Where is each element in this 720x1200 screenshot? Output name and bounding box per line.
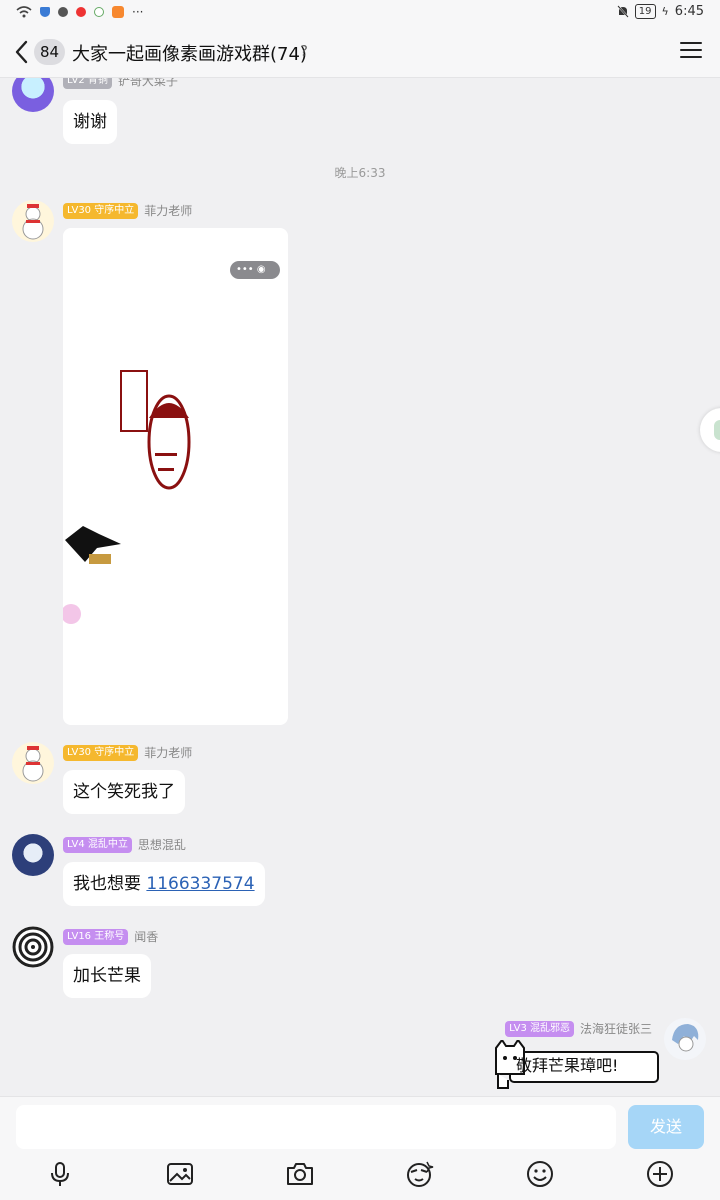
app-icon: [94, 7, 104, 17]
sender-name[interactable]: 铲哥大菜子: [118, 78, 178, 89]
status-icons-left: ···: [16, 5, 143, 19]
shield-icon: [40, 7, 50, 17]
sender-meta: LV30 守序中立 菲力老师: [63, 744, 192, 761]
chat-header: 84 大家一起画像素画游戏群(74) ?: [0, 26, 720, 78]
snowman-avatar-icon: [22, 746, 44, 782]
status-icons-right: 19 ϟ 6:45: [617, 4, 704, 19]
level-badge: LV30 守序中立: [63, 202, 139, 219]
message-input[interactable]: [16, 1105, 616, 1149]
input-toolbar: [0, 1159, 720, 1189]
menu-icon[interactable]: [680, 42, 702, 60]
number-link[interactable]: 1166337574: [146, 874, 254, 894]
sender-name[interactable]: 法海狂徒张三: [580, 1020, 652, 1037]
time-divider: 晚上6:33: [334, 166, 386, 180]
chat-message-list[interactable]: LV2 青铜 铲哥大菜子 谢谢 晚上6:33 LV30 守序中立 菲力老师 ••…: [0, 78, 720, 1096]
message-text: 我也想要: [73, 874, 147, 894]
level-badge: LV4 混乱中立: [63, 836, 132, 853]
snowman-avatar-icon: [22, 204, 44, 240]
wechat-icon: [58, 7, 68, 17]
camera-icon[interactable]: [285, 1159, 315, 1189]
image-icon[interactable]: [165, 1159, 195, 1189]
sticker-icon[interactable]: [405, 1159, 435, 1189]
help-icon[interactable]: ?: [300, 42, 316, 62]
floating-side-button[interactable]: [700, 408, 720, 452]
message-text: 敬拜芒果璋吧!: [516, 1056, 619, 1075]
video-app-icon: [112, 6, 124, 18]
bell-off-icon: [617, 5, 629, 18]
spiral-avatar-icon: [12, 926, 54, 968]
message-bubble[interactable]: 谢谢: [63, 100, 117, 144]
clock: 6:45: [674, 4, 704, 19]
avatar[interactable]: [12, 742, 54, 784]
level-badge: LV2 青铜: [63, 78, 112, 89]
sender-name[interactable]: 菲力老师: [144, 202, 192, 219]
image-message[interactable]: ••• ◉: [63, 228, 288, 725]
group-title[interactable]: 大家一起画像素画游戏群(74): [72, 40, 307, 66]
level-badge: LV3 混乱邪恶: [505, 1020, 574, 1037]
message-bubble[interactable]: 这个笑死我了: [63, 770, 185, 814]
message-bubble[interactable]: 加长芒果: [63, 954, 151, 998]
battery-level: 19: [634, 4, 656, 19]
send-button[interactable]: 发送: [628, 1105, 704, 1149]
chat-bubble-icon: [714, 420, 720, 440]
plus-icon[interactable]: [645, 1159, 675, 1189]
avatar[interactable]: [12, 834, 54, 876]
avatar[interactable]: [12, 200, 54, 242]
sender-meta: LV16 王称号 闻香: [63, 928, 158, 945]
emoji-icon[interactable]: [525, 1159, 555, 1189]
level-badge: LV30 守序中立: [63, 744, 139, 761]
charging-icon: ϟ: [661, 5, 669, 18]
pixel-art-image: [63, 370, 191, 624]
sender-meta: LV2 青铜 铲哥大菜子: [63, 78, 178, 89]
avatar[interactable]: [664, 1018, 706, 1060]
message-bubble[interactable]: 我也想要 1166337574: [63, 862, 265, 906]
sender-meta: LV3 混乱邪恶 法海狂徒张三: [505, 1020, 652, 1037]
sender-name[interactable]: 菲力老师: [144, 744, 192, 761]
sender-meta: LV4 混乱中立 思想混乱: [63, 836, 186, 853]
avatar[interactable]: [12, 926, 54, 968]
anime-avatar-icon: [672, 1024, 699, 1052]
input-bar: 发送: [0, 1096, 720, 1200]
back-arrow-icon[interactable]: [12, 38, 34, 66]
unread-count-badge[interactable]: 84: [34, 39, 66, 65]
level-badge: LV16 王称号: [63, 928, 129, 945]
more-icon: ···: [132, 5, 144, 19]
wifi-icon: [16, 6, 32, 18]
sender-meta: LV30 守序中立 菲力老师: [63, 202, 192, 219]
sender-name[interactable]: 思想混乱: [138, 836, 186, 853]
notification-icon: [76, 7, 86, 17]
status-bar: ··· 19 ϟ 6:45: [0, 0, 720, 26]
mic-icon[interactable]: [45, 1159, 75, 1189]
custom-bubble[interactable]: 敬拜芒果璋吧!: [492, 1040, 662, 1089]
sender-name[interactable]: 闻香: [134, 928, 158, 945]
avatar[interactable]: [12, 78, 54, 112]
